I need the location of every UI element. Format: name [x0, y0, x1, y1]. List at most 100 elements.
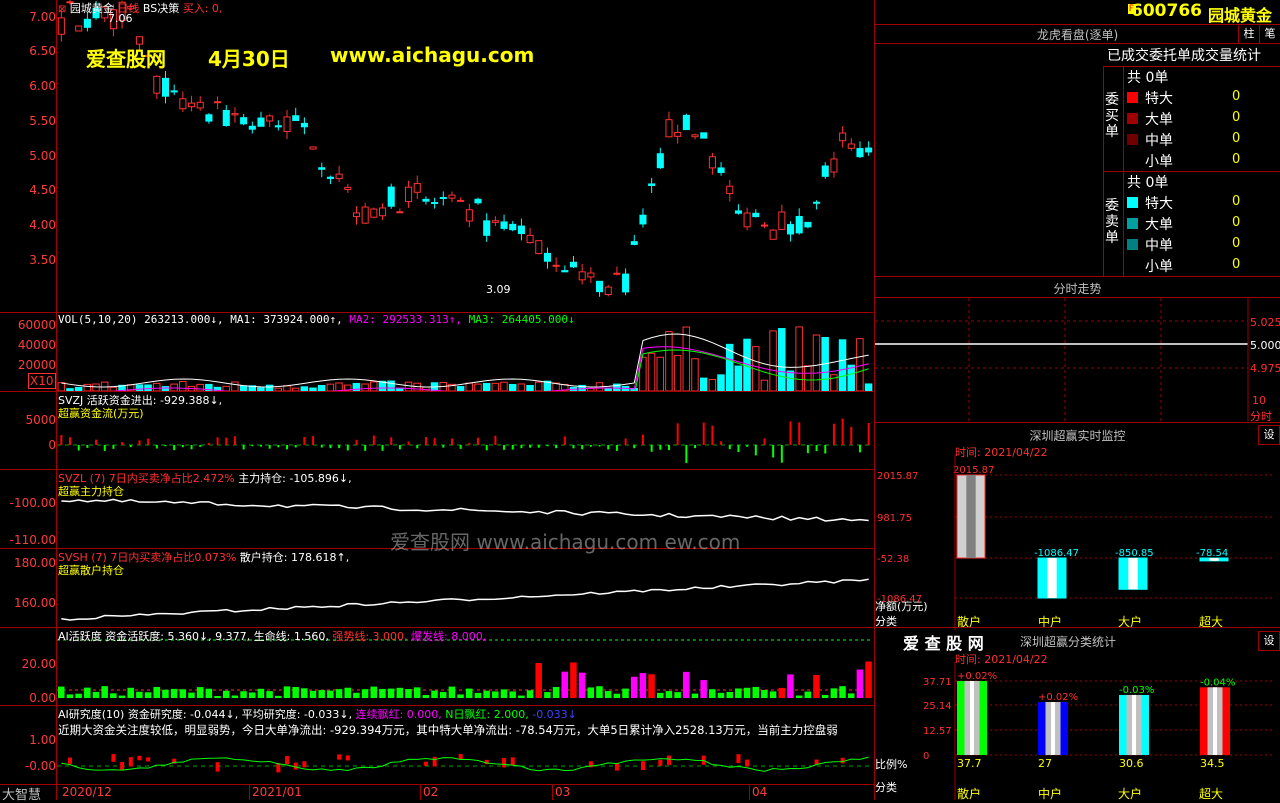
activity-bar [544, 692, 551, 698]
candle-body [387, 186, 395, 207]
candle-body [786, 224, 795, 235]
candle-body [622, 273, 630, 293]
activity-bar [830, 688, 838, 698]
volume-bar [795, 326, 803, 392]
volume-bar [74, 386, 83, 392]
rt-settings-button[interactable]: 设 [1258, 425, 1280, 445]
volume-bar [274, 387, 283, 392]
center-watermark: 爱查股网 www.aichagu.com ew.com [390, 530, 741, 554]
classify-chart[interactable]: 37.71 25.14 12.57 0 +0.02% 37.7 +0.02% 27 -0.03%… [875, 662, 1280, 800]
classify-change-label: +0.02% [957, 671, 997, 682]
intraday-chart[interactable] [875, 298, 1280, 421]
buy-row-label: 大单 [1145, 112, 1173, 128]
sell-row-label: 大单 [1145, 217, 1173, 233]
activity-bar [179, 689, 187, 698]
vol-value: VOL(5,10,20) 263213.000↓, [58, 313, 224, 326]
candle-body [630, 241, 638, 245]
bar-mode-button[interactable]: 柱 [1238, 24, 1260, 44]
svzl-position: 主力持仓: -105.896↓, [238, 472, 352, 485]
activity-bar [778, 687, 786, 698]
stock-code: 600766 [1131, 1, 1202, 21]
tick-mode-button[interactable]: 笔 [1259, 24, 1280, 44]
svzj-subtitle: 超赢资金流(万元) [58, 407, 144, 420]
activity-bar [492, 691, 499, 698]
candle-body [839, 132, 847, 142]
candle-body [778, 211, 786, 230]
continuous-red: 连续飘红: 0.000, [355, 708, 442, 721]
research-bar [423, 761, 428, 766]
sell-row-value: 0 [1232, 215, 1241, 230]
svzj-tick: 0 [48, 438, 56, 452]
sell-color-swatch [1127, 239, 1138, 250]
buy-row-label: 中单 [1145, 133, 1173, 149]
activity-bar [361, 689, 369, 698]
volume-bar [508, 383, 517, 392]
activity-bar [630, 676, 638, 698]
candle-body [240, 117, 248, 125]
volume-bar [778, 328, 786, 392]
candle-body [465, 209, 473, 222]
sell-color-swatch [1127, 218, 1138, 229]
classify-title: 深圳超赢分类统计 [1020, 635, 1117, 649]
activity-bar [335, 689, 343, 698]
activity-bar [353, 692, 360, 698]
activity-bar [84, 687, 91, 698]
candle-body [274, 125, 282, 128]
volume-bar [335, 382, 343, 392]
classify-change-label: -0.03% [1119, 685, 1154, 696]
activity-bar [248, 692, 256, 698]
candle-body [804, 221, 812, 228]
rt-tick: 981.75 [877, 513, 912, 524]
research-bar [510, 757, 515, 766]
activity-bar [813, 674, 820, 698]
svsh-tick: 180.00 [14, 556, 56, 570]
activity-bar [787, 674, 794, 698]
volume-bar [222, 385, 230, 392]
activity-bar [170, 688, 178, 698]
low-price-label: 3.09 [486, 283, 511, 296]
candle-body [188, 102, 196, 108]
buy-color-swatch [1127, 92, 1138, 103]
close-icon[interactable]: ⊠ [58, 4, 66, 15]
indicator-name[interactable]: BS决策 [143, 2, 179, 15]
volume-bar [144, 384, 152, 392]
research-bar [502, 758, 507, 768]
candle-body [587, 272, 595, 278]
classify-tick: 25.14 [923, 701, 952, 712]
activity-bar [656, 692, 664, 698]
retail-line [61, 578, 869, 621]
lhkp-title: 龙虎看盘(逐单) [1036, 28, 1119, 42]
candle-body [378, 207, 387, 217]
classify-settings-button[interactable]: 设 [1258, 631, 1280, 651]
activity-bar [257, 688, 265, 698]
volume-bar [639, 356, 647, 392]
activity-bar [700, 680, 707, 698]
activity-bar [413, 687, 421, 698]
buy-orders-label: 委买单 [1105, 92, 1119, 140]
ai-tick: 20.00 [21, 657, 56, 671]
classify-tick: 37.71 [923, 677, 952, 688]
vol-tick: 60000 [17, 318, 56, 332]
candle-body [292, 115, 300, 122]
candle-body [682, 114, 690, 131]
ai-tick: 0.00 [29, 691, 56, 705]
classify-category: 超大 [1199, 787, 1224, 801]
price-tick: 4.50 [29, 183, 56, 197]
activity-bar [318, 690, 325, 698]
volume-bar [769, 330, 777, 392]
candle-body [561, 270, 569, 273]
candle-body [309, 146, 317, 150]
candle-body [231, 113, 239, 116]
research-bar [736, 754, 741, 764]
rt-chart[interactable]: 2015.87 981.75 -52.38 -1086.47 2015.87 -1086.… [875, 455, 1280, 630]
activity-bar [457, 694, 464, 698]
candle-body [578, 271, 586, 281]
candle-body [457, 199, 465, 202]
volume-bar [283, 385, 291, 392]
volume-bar [804, 365, 812, 392]
volume-bar [534, 381, 543, 392]
volume-bar [812, 334, 821, 392]
vol-tick: 20000 [17, 358, 56, 372]
volume-bar [179, 380, 187, 392]
classify-tick: 0 [923, 751, 929, 762]
